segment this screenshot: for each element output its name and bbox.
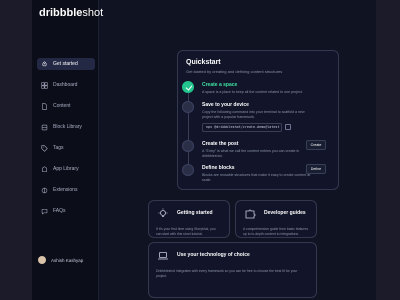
sidebar: dribbbleshot Get started Dashboard Conte… [32, 0, 103, 300]
step-title: Save to your device [202, 102, 249, 108]
card-desc: Dribbbleshot integrates with every frame… [156, 269, 298, 278]
main-content: Quickstart Get started by creating and d… [98, 0, 376, 300]
step-title[interactable]: Create a space [202, 82, 237, 88]
step-title: Create the post [202, 141, 239, 147]
sidebar-item-content[interactable]: Content [37, 100, 95, 112]
quickstart-panel: Quickstart Get started by creating and d… [177, 50, 339, 190]
sidebar-item-app-library[interactable]: App Library [37, 163, 95, 175]
sidebar-item-faqs[interactable]: FAQs [37, 205, 95, 217]
laptop-icon [157, 249, 169, 261]
create-button[interactable]: Create [306, 140, 326, 150]
sidebar-nav: Get started Dashboard Content Block Libr… [37, 58, 95, 226]
card-title: Developer guides [264, 210, 306, 216]
sidebar-item-label: App Library [53, 166, 79, 172]
dashboard-icon [40, 81, 48, 89]
card-desc: If it's your first time using Storyblok,… [156, 227, 216, 236]
step-desc: Copy the following command into your ter… [202, 110, 305, 119]
app-window: dribbbleshot Get started Dashboard Conte… [32, 0, 376, 300]
card-developer-guides[interactable]: Developer guides A comprehensive guide f… [235, 200, 317, 238]
step-indicator [182, 164, 194, 176]
sidebar-item-label: Dashboard [53, 82, 78, 88]
extensions-icon [40, 186, 48, 194]
faq-icon [40, 207, 48, 215]
tag-icon [40, 144, 48, 152]
command-field[interactable]: npx @dribbbleshot/create-demo@latest -ke… [202, 123, 282, 132]
step-desc: A "Entry" is what we call the content en… [202, 149, 300, 158]
sidebar-item-label: Extensions [53, 187, 78, 193]
sidebar-item-dashboard[interactable]: Dashboard [37, 79, 95, 91]
card-technology[interactable]: Use your technology of choice Dribbblesh… [148, 242, 317, 298]
brand-logo[interactable]: dribbbleshot [39, 7, 103, 19]
card-title: Getting started [177, 210, 213, 216]
sidebar-item-get-started[interactable]: Get started [37, 58, 95, 70]
sidebar-item-label: FAQs [53, 208, 66, 214]
sidebar-item-extensions[interactable]: Extensions [37, 184, 95, 196]
puzzle-icon [244, 207, 256, 219]
card-getting-started[interactable]: Getting started If it's your first time … [148, 200, 230, 238]
step-indicator [182, 140, 194, 152]
step-desc: A space is a place to keep all the conte… [202, 90, 303, 94]
step-title: Define blocks [202, 165, 235, 171]
sidebar-item-label: Tags [53, 145, 64, 151]
define-button[interactable]: Define [306, 164, 326, 174]
sidebar-item-label: Get started [53, 61, 78, 67]
rocket-icon [40, 60, 48, 68]
content-icon [40, 102, 48, 110]
step-desc: Blocks are reusable structures that make… [202, 173, 311, 182]
card-desc: A comprehensive guide from basic feature… [243, 227, 309, 236]
step-indicator [182, 101, 194, 113]
quickstart-title: Quickstart [186, 59, 221, 66]
lightbulb-icon [157, 207, 169, 219]
sidebar-item-block-library[interactable]: Block Library [37, 121, 95, 133]
avatar [38, 256, 46, 264]
sidebar-item-label: Content [53, 103, 71, 109]
user-profile[interactable]: Ashish Kashyap [38, 256, 83, 264]
check-icon [182, 81, 194, 93]
user-name: Ashish Kashyap [51, 257, 84, 263]
quickstart-subtitle: Get started by creating and defining con… [186, 69, 283, 74]
card-title: Use your technology of choice [177, 252, 250, 258]
sidebar-item-tags[interactable]: Tags [37, 142, 95, 154]
brand-name-bold: dribbble [39, 7, 83, 19]
sidebar-item-label: Block Library [53, 124, 82, 130]
copy-icon[interactable] [285, 124, 291, 130]
block-library-icon [40, 123, 48, 131]
app-library-icon [40, 165, 48, 173]
